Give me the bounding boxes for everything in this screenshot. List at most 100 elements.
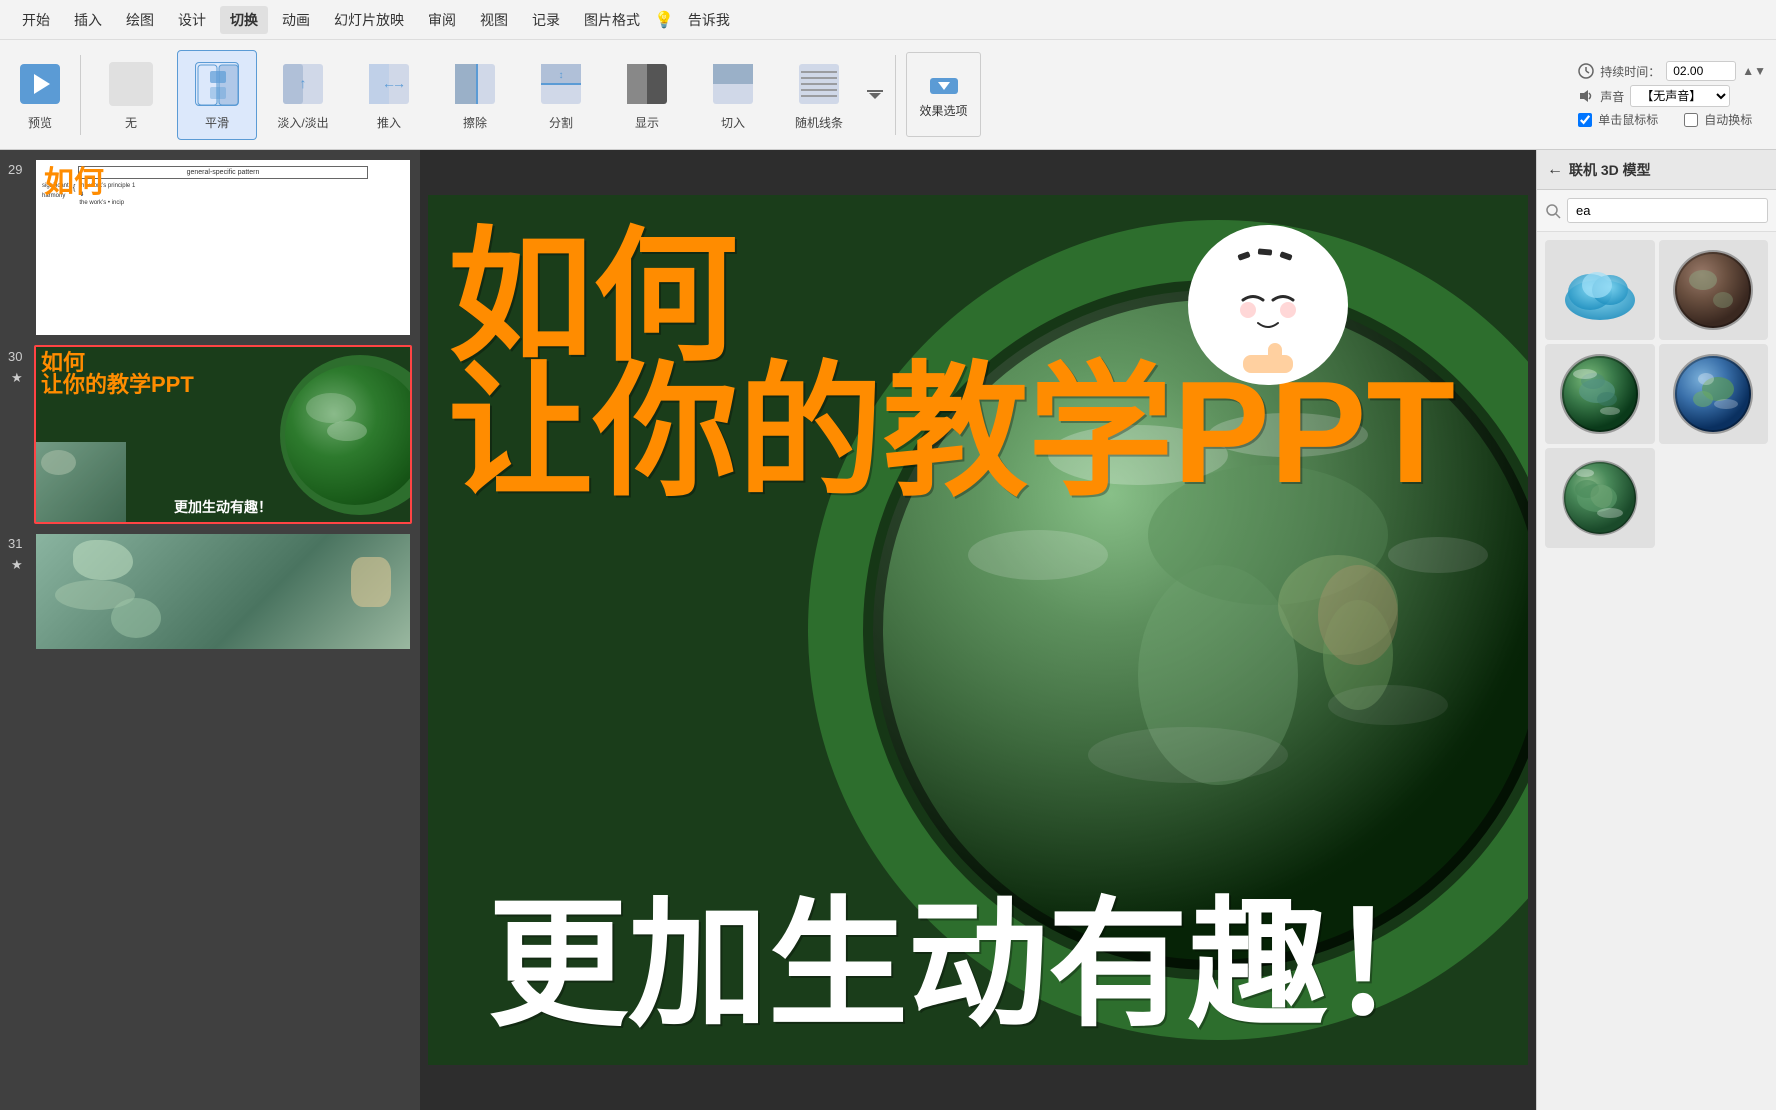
model-cloud-icon (1555, 250, 1645, 330)
auto-advance-label: 自动换标 (1704, 111, 1752, 128)
menu-transition[interactable]: 切换 (220, 6, 268, 34)
toolbar-divider-2 (895, 55, 896, 135)
slide-panel: 29 general-specific pattern significant … (0, 150, 420, 1110)
flat-label: 平滑 (205, 114, 229, 131)
model-earth4-icon (1555, 453, 1645, 543)
slide-item-31[interactable]: 31 ★ (8, 532, 412, 651)
toolbar-slide-inout[interactable]: ↑ 淡入/淡出 (263, 50, 343, 140)
cut-label: 切入 (721, 114, 745, 131)
search-input[interactable] (1567, 198, 1768, 223)
right-panel-title: 联机 3D 模型 (1569, 160, 1651, 180)
model-earth2-icon (1555, 349, 1645, 439)
slide-number-30: 30 (8, 349, 28, 364)
slide-text-3: 更加生动有趣！ (428, 895, 1528, 1035)
slide-canvas: 如何 让你的教学PPT 更加生动有趣！ (420, 150, 1536, 1110)
menu-animation[interactable]: 动画 (272, 6, 320, 34)
push-icon: ← → (363, 58, 415, 110)
reveal-label: 显示 (635, 114, 659, 131)
slide-thumb-31[interactable] (34, 532, 412, 651)
effect-options-btn[interactable]: 效果选项 (906, 52, 981, 137)
click-advance-checkbox[interactable] (1578, 113, 1592, 127)
toolbar-cut[interactable]: 切入 (693, 50, 773, 140)
svg-text:↕: ↕ (559, 70, 564, 81)
right-controls: 持续时间： ▲▼ 声音 【无声音】 单击鼠标标 自动换标 (1578, 61, 1766, 128)
menu-start[interactable]: 开始 (12, 6, 60, 34)
menu-bar: 开始 插入 绘图 设计 切换 动画 幻灯片放映 审阅 视图 记录 图片格式 💡 … (0, 0, 1776, 40)
model-earth3-icon (1668, 349, 1758, 439)
random-icon (793, 58, 845, 110)
slide-view: 如何 让你的教学PPT 更加生动有趣！ (428, 195, 1528, 1065)
main-content: 29 general-specific pattern significant … (0, 150, 1776, 1110)
slide-item-30[interactable]: 30 ★ 如何让你的教学PPT (8, 345, 412, 524)
svg-text:→: → (392, 75, 406, 91)
menu-draw[interactable]: 绘图 (116, 6, 164, 34)
sound-label: 声音 (1600, 88, 1624, 105)
preview-label: 预览 (28, 114, 52, 131)
menu-review[interactable]: 审阅 (418, 6, 466, 34)
toolbar-reveal[interactable]: 显示 (607, 50, 687, 140)
mascot-svg (1198, 235, 1338, 375)
slide-number-29: 29 (8, 162, 28, 177)
model-earth-3[interactable] (1659, 344, 1769, 444)
toolbar-flat[interactable]: 平滑 (177, 50, 257, 140)
wipe-label: 擦除 (463, 114, 487, 131)
reveal-icon (621, 58, 673, 110)
slide-inout-label: 淡入/淡出 (277, 114, 328, 131)
none-label: 无 (125, 114, 137, 131)
slide-inout-icon: ↑ (277, 58, 329, 110)
toolbar-wipe[interactable]: 擦除 (435, 50, 515, 140)
menu-view[interactable]: 视图 (470, 6, 518, 34)
click-advance-label: 单击鼠标标 (1598, 111, 1658, 128)
duration-row: 持续时间： ▲▼ (1578, 61, 1766, 81)
slide-text-1: 如何 (448, 225, 738, 370)
duration-stepper[interactable]: ▲▼ (1742, 64, 1766, 78)
toolbar: 预览 无 平滑 ↑ (0, 40, 1776, 150)
menu-design[interactable]: 设计 (168, 6, 216, 34)
menu-insert[interactable]: 插入 (64, 6, 112, 34)
toolbar-split[interactable]: ↕ 分割 (521, 50, 601, 140)
menu-record[interactable]: 记录 (522, 6, 570, 34)
model-earth-2[interactable] (1545, 344, 1655, 444)
mascot (1188, 225, 1348, 385)
model-earth-1[interactable] (1659, 240, 1769, 340)
random-label: 随机线条 (795, 114, 843, 131)
search-icon (1545, 203, 1561, 219)
right-panel-search (1537, 190, 1776, 232)
clock-icon (1578, 63, 1594, 79)
none-icon (105, 58, 157, 110)
toolbar-push[interactable]: ← → 推入 (349, 50, 429, 140)
slide-item-29[interactable]: 29 general-specific pattern significant … (8, 158, 412, 337)
effect-options-label: 效果选项 (919, 102, 967, 119)
model-cloud-blue[interactable] (1545, 240, 1655, 340)
toolbar-divider-1 (80, 55, 81, 135)
sound-row: 声音 【无声音】 (1578, 85, 1766, 107)
slide-thumb-29[interactable]: general-specific pattern significant har… (34, 158, 412, 337)
slide-star-31: ★ (11, 557, 25, 573)
svg-text:↑: ↑ (300, 75, 307, 91)
right-panel: ← 联机 3D 模型 (1536, 150, 1776, 1110)
menu-slideshow[interactable]: 幻灯片放映 (324, 6, 414, 34)
slide-text-2: 让你的教学PPT (448, 360, 1455, 505)
toolbar-preview[interactable]: 预览 (10, 50, 70, 140)
toolbar-none[interactable]: 无 (91, 50, 171, 140)
duration-input[interactable] (1666, 61, 1736, 81)
sound-icon (1578, 88, 1594, 104)
preview-icon (14, 58, 66, 110)
split-label: 分割 (549, 114, 573, 131)
sound-select[interactable]: 【无声音】 (1630, 85, 1730, 107)
slide-star-30: ★ (11, 370, 25, 386)
duration-label: 持续时间： (1600, 63, 1660, 80)
slide-thumb-30[interactable]: 如何让你的教学PPT 更加生动有趣！ (34, 345, 412, 524)
auto-advance-checkbox[interactable] (1684, 113, 1698, 127)
menu-tell-me[interactable]: 告诉我 (678, 6, 740, 34)
model-earth1-icon (1668, 245, 1758, 335)
menu-picture-format[interactable]: 图片格式 (574, 6, 650, 34)
effect-options-icon (928, 70, 960, 102)
slide-number-31: 31 (8, 536, 28, 551)
toolbar-random[interactable]: 随机线条 (779, 50, 859, 140)
back-button[interactable]: ← (1547, 161, 1563, 179)
model-earth-4[interactable] (1545, 448, 1655, 548)
push-label: 推入 (377, 114, 401, 131)
more-transitions[interactable] (865, 50, 885, 140)
models-grid (1537, 232, 1776, 556)
